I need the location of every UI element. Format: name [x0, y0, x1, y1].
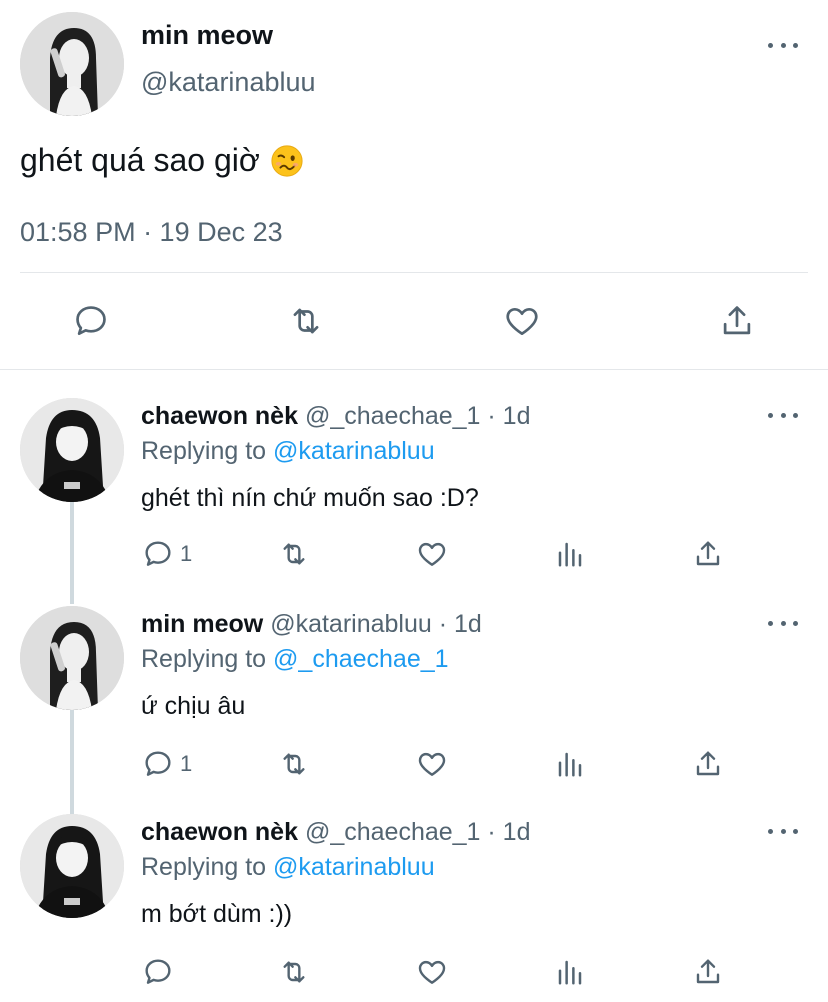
share-button[interactable]: [718, 302, 756, 340]
speech-bubble-icon: [145, 959, 171, 984]
reply-button[interactable]: 1: [142, 748, 192, 780]
avatar[interactable]: [20, 606, 124, 710]
replying-label: Replying to: [141, 437, 267, 465]
share-icon: [696, 541, 720, 566]
like-button[interactable]: [415, 956, 449, 988]
bar-chart-icon: [558, 960, 582, 985]
reply-tweet: chaewon nèk @_chaechae_1 · 1d Replying t…: [0, 814, 828, 1002]
more-options-icon[interactable]: [768, 410, 798, 420]
avatar[interactable]: [20, 12, 124, 116]
author-name[interactable]: min meow: [141, 610, 263, 638]
speech-bubble-icon: [145, 541, 171, 566]
reply-tweet: min meow @katarinabluu · 1d Replying to …: [0, 606, 828, 806]
tweet-timestamp[interactable]: 01:58 PM · 19 Dec 23: [20, 217, 283, 248]
share-icon: [696, 959, 720, 984]
author-handle[interactable]: @_chaechae_1 · 1d: [305, 818, 531, 846]
views-button[interactable]: [555, 538, 585, 570]
divider: [0, 369, 828, 370]
speech-bubble-icon: [76, 306, 106, 336]
more-options-icon[interactable]: [768, 618, 798, 628]
replying-mention[interactable]: @katarinabluu: [273, 853, 435, 881]
author-name[interactable]: min meow: [141, 20, 273, 51]
retweet-icon: [293, 308, 319, 334]
reply-button[interactable]: 1: [142, 538, 192, 570]
woozy-face-icon: [271, 144, 303, 177]
retweet-icon: [283, 961, 305, 983]
bar-chart-icon: [558, 752, 582, 777]
speech-bubble-icon: [145, 751, 171, 776]
like-button[interactable]: [415, 538, 449, 570]
more-options-icon[interactable]: [768, 40, 798, 50]
reply-header: chaewon nèk @_chaechae_1 · 1d: [141, 402, 531, 431]
reply-button[interactable]: [142, 956, 180, 988]
avatar[interactable]: [20, 814, 124, 918]
share-icon: [723, 306, 751, 335]
author-name[interactable]: chaewon nèk: [141, 818, 298, 846]
main-tweet: min meow @katarinabluu ghét quá sao giờ …: [0, 0, 828, 370]
reply-tweet: chaewon nèk @_chaechae_1 · 1d Replying t…: [0, 398, 828, 598]
replying-to: Replying to @_chaechae_1: [141, 645, 449, 674]
retweet-button[interactable]: [277, 538, 311, 570]
retweet-button[interactable]: [286, 302, 326, 340]
views-button[interactable]: [555, 748, 585, 780]
reply-text: m bớt dùm :)): [141, 900, 293, 928]
heart-icon: [418, 752, 446, 776]
retweet-icon: [283, 753, 305, 775]
reply-button[interactable]: [72, 302, 110, 340]
tweet-text: ghét quá sao giờ: [20, 142, 304, 179]
author-name[interactable]: chaewon nèk: [141, 402, 298, 430]
views-button[interactable]: [555, 956, 585, 988]
share-button[interactable]: [692, 538, 724, 570]
replying-label: Replying to: [141, 853, 267, 881]
avatar-photo-icon: [20, 398, 124, 502]
heart-icon: [418, 542, 446, 566]
retweet-button[interactable]: [277, 748, 311, 780]
share-button[interactable]: [692, 956, 724, 988]
retweet-button[interactable]: [277, 956, 311, 988]
replying-to: Replying to @katarinabluu: [141, 853, 435, 882]
reply-header: chaewon nèk @_chaechae_1 · 1d: [141, 818, 531, 847]
reply-count: 1: [180, 541, 193, 566]
divider: [20, 272, 808, 273]
bar-chart-icon: [558, 542, 582, 567]
retweet-icon: [283, 543, 305, 565]
avatar-photo-icon: [20, 606, 124, 710]
replying-mention[interactable]: @katarinabluu: [273, 437, 435, 465]
reply-count: 1: [180, 751, 193, 776]
like-button[interactable]: [502, 302, 542, 340]
reply-text: ghét thì nín chứ muốn sao :D?: [141, 484, 479, 512]
replying-to: Replying to @katarinabluu: [141, 437, 435, 466]
avatar-photo-icon: [20, 12, 124, 116]
more-options-icon[interactable]: [768, 826, 798, 836]
share-button[interactable]: [692, 748, 724, 780]
tweet-text-content: ghét quá sao giờ: [20, 142, 260, 178]
reply-header: min meow @katarinabluu · 1d: [141, 610, 482, 639]
author-handle[interactable]: @_chaechae_1 · 1d: [305, 402, 531, 430]
replying-label: Replying to: [141, 645, 267, 673]
heart-icon: [506, 307, 538, 336]
author-handle[interactable]: @katarinabluu · 1d: [270, 610, 482, 638]
reply-text: ứ chịu âu: [141, 692, 246, 720]
like-button[interactable]: [415, 748, 449, 780]
author-handle[interactable]: @katarinabluu: [141, 67, 316, 98]
replying-mention[interactable]: @_chaechae_1: [273, 645, 449, 673]
heart-icon: [418, 960, 446, 984]
avatar-photo-icon: [20, 814, 124, 918]
share-icon: [696, 751, 720, 776]
avatar[interactable]: [20, 398, 124, 502]
